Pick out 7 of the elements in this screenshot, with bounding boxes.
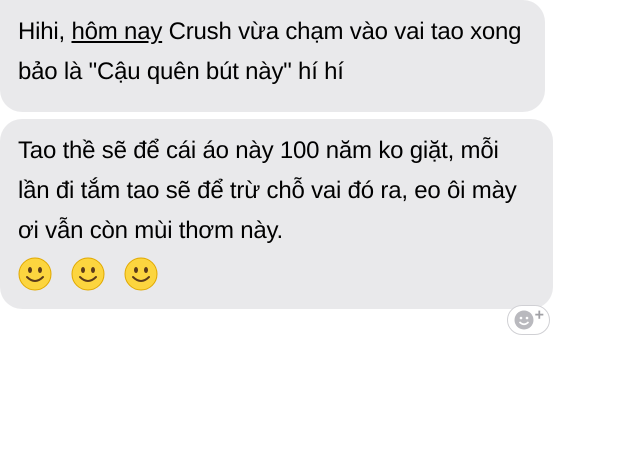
smiley-icon [124, 257, 158, 291]
message-text: Tao thề sẽ để cái áo này 100 năm ko giặt, mỗi lần đi tắm tao sẽ để trừ chỗ vai đó ra, eo ôi mày ơi vẫn còn mùi thơm này. [18, 136, 518, 246]
smiley-icon [18, 257, 52, 291]
message-text: Hihi, hôm nay Crush vừa chạm vào vai tao xong bảo là "Cậu quên bút này" hí hí [18, 17, 522, 87]
date-link[interactable]: hôm nay [71, 18, 162, 45]
smiley-icon [512, 309, 535, 331]
smiley-icon [71, 257, 105, 291]
